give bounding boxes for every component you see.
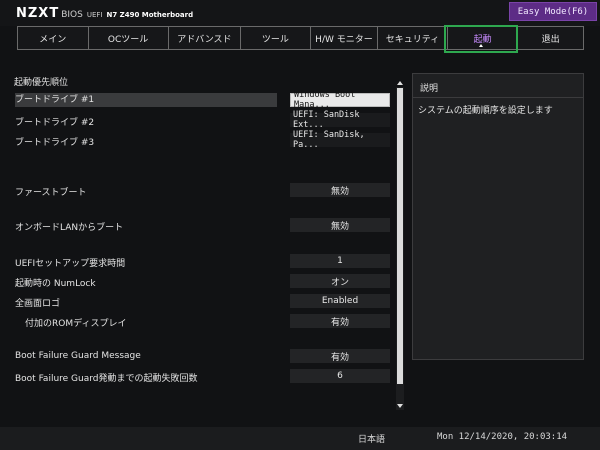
full-screen-logo-value[interactable]: Enabled: [290, 294, 390, 308]
full-screen-logo-label[interactable]: 全画面ロゴ: [15, 296, 60, 309]
help-panel: [412, 73, 584, 360]
boot-failure-guard-message-value[interactable]: 有効: [290, 349, 390, 363]
help-description: システムの起動順序を設定します: [418, 106, 553, 116]
main-tabs: メイン OCツール アドバンスド ツール H/W モニター セキュリティ 起動 …: [17, 26, 584, 50]
lan-boot-value[interactable]: 無効: [290, 218, 390, 232]
numlock-label[interactable]: 起動時の NumLock: [15, 276, 96, 289]
boot-drive-1-label[interactable]: ブートドライブ #1: [15, 93, 277, 107]
tab-boot[interactable]: 起動: [448, 27, 519, 49]
tab-exit[interactable]: 退出: [518, 27, 583, 49]
help-title: 説明: [420, 84, 439, 94]
tab-main[interactable]: メイン: [18, 27, 89, 49]
boot-drive-3-label[interactable]: ブートドライブ #3: [15, 135, 94, 148]
uefi-label: UEFI: [86, 11, 103, 19]
boot-failure-guard-message-label[interactable]: Boot Failure Guard Message: [15, 351, 141, 361]
boot-failure-guard-count-value[interactable]: 6: [290, 369, 390, 383]
numlock-value[interactable]: オン: [290, 274, 390, 288]
scroll-down-arrow-icon[interactable]: [396, 401, 404, 410]
fast-boot-value[interactable]: 無効: [290, 183, 390, 197]
lan-boot-label[interactable]: オンボードLANからブート: [15, 220, 123, 233]
boot-failure-guard-count-label[interactable]: Boot Failure Guard発動までの起動失敗回数: [15, 371, 198, 384]
fast-boot-label[interactable]: ファーストブート: [15, 185, 87, 198]
bios-label: BIOS: [61, 10, 83, 20]
tab-advanced[interactable]: アドバンスド: [169, 27, 242, 49]
scroll-up-arrow-icon[interactable]: [396, 78, 404, 87]
boot-drive-3-value[interactable]: UEFI: SanDisk, Pa...: [290, 130, 390, 150]
tab-security[interactable]: セキュリティ: [378, 27, 448, 49]
section-title: 起動優先順位: [14, 78, 69, 88]
tab-hw-monitor[interactable]: H/W モニター: [311, 27, 379, 49]
bios-brand: NZXT BIOS UEFI N7 Z490 Motherboard: [16, 6, 193, 21]
tab-oc-tools[interactable]: OCツール: [89, 27, 169, 49]
system-datetime: Mon 12/14/2020, 20:03:14: [437, 432, 568, 442]
setup-wait-label[interactable]: UEFIセットアップ要求時間: [15, 256, 125, 269]
language-selector[interactable]: 日本語: [358, 432, 385, 445]
boot-drive-1-value[interactable]: Windows Boot Mana...: [290, 90, 390, 110]
option-rom-display-value[interactable]: 有効: [290, 314, 390, 328]
boot-drive-2-label[interactable]: ブートドライブ #2: [15, 115, 94, 128]
setup-wait-value[interactable]: 1: [290, 254, 390, 268]
nzxt-logo: NZXT: [16, 6, 60, 21]
boot-drive-2-value[interactable]: UEFI: SanDisk Ext...: [290, 110, 390, 130]
tab-tools[interactable]: ツール: [241, 27, 311, 49]
active-tab-caret-icon: [479, 44, 483, 47]
easy-mode-button[interactable]: Easy Mode(F6): [509, 2, 597, 21]
motherboard-name: N7 Z490 Motherboard: [106, 11, 194, 19]
scrollbar-thumb[interactable]: [397, 88, 403, 384]
option-rom-display-label[interactable]: 付加のROMディスプレイ: [25, 316, 126, 329]
help-divider: [413, 97, 583, 98]
